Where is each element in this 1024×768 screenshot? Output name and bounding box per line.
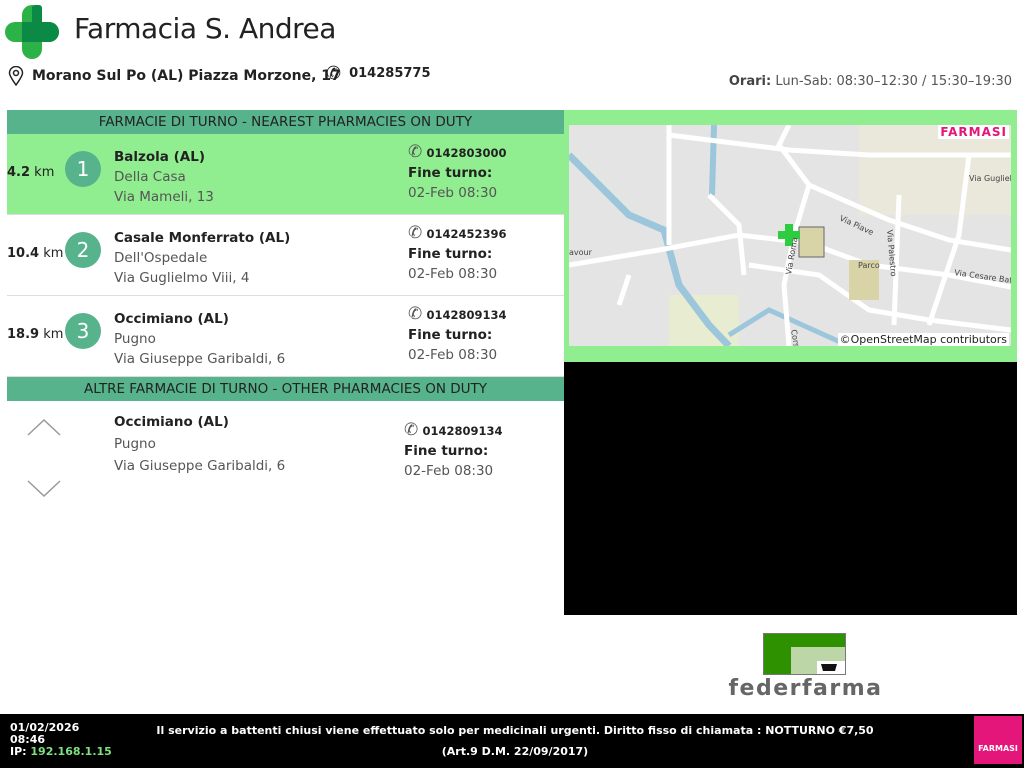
phone-icon: ✆: [404, 420, 419, 440]
rank-badge: 1: [65, 151, 101, 187]
end-shift-label: Fine turno:: [404, 443, 489, 459]
footer-bar: 01/02/2026 08:46 IP: 192.168.1.15 Il ser…: [0, 714, 1024, 768]
end-shift-time: 02-Feb 08:30: [404, 463, 494, 479]
other-pharmacy-item[interactable]: Occimiano (AL) Pugno Via Giuseppe Gariba…: [7, 400, 564, 500]
scroll-up-icon[interactable]: [27, 418, 61, 436]
distance: 10.4 km: [7, 246, 63, 261]
other-section-header: ALTRE FARMACIE DI TURNO - OTHER PHARMACI…: [7, 377, 564, 401]
video-panel: [564, 362, 1017, 615]
map-panel: Via Piave Via Palestro Via Guglielmo Via…: [564, 110, 1017, 362]
rank-badge: 3: [65, 313, 101, 349]
distance: 18.9 km: [7, 327, 63, 342]
distance-value: 4.2: [7, 165, 31, 180]
farmasi-map-logo: FARMASI: [938, 125, 1009, 139]
map[interactable]: Via Piave Via Palestro Via Guglielmo Via…: [569, 125, 1011, 346]
pharmacy-street: Via Mameli, 13: [114, 189, 214, 205]
distance: 4.2 km: [7, 165, 54, 180]
street-label: avour: [569, 248, 593, 257]
phone-icon: ✆: [326, 63, 342, 84]
end-shift-time: 02-Feb 08:30: [408, 266, 498, 282]
pharmacy-name: Della Casa: [114, 169, 186, 185]
federfarma-text: federfarma: [728, 676, 883, 701]
opening-hours: Orari: Lun-Sab: 08:30–12:30 / 15:30–19:3…: [729, 74, 1012, 89]
map-attribution[interactable]: ©OpenStreetMap contributors: [837, 333, 1009, 346]
street-label: Parco: [858, 261, 880, 270]
end-shift-label: Fine turno:: [408, 165, 493, 181]
federfarma-logo: federfarma: [703, 633, 908, 703]
pharmacy-title: Farmacia S. Andrea: [74, 12, 336, 45]
pharmacy-city: Balzola (AL): [114, 149, 205, 165]
distance-unit: km: [43, 246, 64, 261]
end-shift-label: Fine turno:: [408, 327, 493, 343]
pharmacy-street: Via Giuseppe Garibaldi, 6: [114, 458, 286, 474]
hours-label: Orari:: [728, 74, 772, 89]
nearest-pharmacy-item[interactable]: 10.4 km 2 Casale Monferrato (AL) Dell'Os…: [7, 215, 564, 296]
pharmacy-phone: 0142803000: [426, 146, 507, 160]
pharmacy-phone: 0142809134: [426, 308, 507, 322]
pharmacy-street: Via Giuseppe Garibaldi, 6: [114, 351, 286, 367]
phone-icon: ✆: [408, 304, 423, 324]
phone-icon: ✆: [408, 223, 423, 243]
hours-text: Lun-Sab: 08:30–12:30 / 15:30–19:30: [775, 74, 1012, 89]
pharmacy-cross-logo: [5, 5, 59, 59]
farmasi-badge: FARMASI: [974, 716, 1022, 764]
pharmacy-name: Pugno: [114, 331, 156, 347]
pharmacy-address: Morano Sul Po (AL) Piazza Morzone, 17: [8, 66, 341, 86]
end-shift-time: 02-Feb 08:30: [408, 347, 498, 363]
pharmacy-phone: ✆ 014285775: [326, 63, 431, 84]
phone-text: 014285775: [349, 66, 431, 81]
nearest-pharmacy-item[interactable]: 4.2 km 1 Balzola (AL) Della Casa Via Mam…: [7, 134, 564, 215]
address-text: Morano Sul Po (AL) Piazza Morzone, 17: [32, 68, 341, 84]
pharmacy-name: Dell'Ospedale: [114, 250, 208, 266]
distance-value: 10.4: [7, 246, 40, 261]
pharmacy-phone: 0142809134: [422, 424, 503, 438]
footer-notice: Il servizio a battenti chiusi viene effe…: [156, 724, 874, 758]
distance-value: 18.9: [7, 327, 40, 342]
pharmacy-city: Occimiano (AL): [114, 414, 229, 430]
street-label: Via Guglielmo: [969, 174, 1011, 183]
federfarma-emblem-icon: [763, 633, 846, 675]
end-shift-label: Fine turno:: [408, 246, 493, 262]
scroll-down-icon[interactable]: [27, 480, 61, 498]
pharmacy-city: Occimiano (AL): [114, 311, 229, 327]
map-roads: Via Piave Via Palestro Via Guglielmo Via…: [569, 125, 1011, 346]
distance-unit: km: [43, 327, 64, 342]
pharmacy-phone: 0142452396: [426, 227, 507, 241]
pharmacy-name: Pugno: [114, 436, 156, 452]
phone-icon: ✆: [408, 142, 423, 162]
ip-label: IP:: [10, 745, 27, 758]
ip-address: 192.168.1.15: [30, 745, 112, 758]
pharmacy-street: Via Guglielmo Viii, 4: [114, 270, 250, 286]
distance-unit: km: [34, 165, 55, 180]
nearest-section-header: FARMACIE DI TURNO - NEAREST PHARMACIES O…: [7, 110, 564, 134]
location-pin-icon: [8, 66, 24, 86]
end-shift-time: 02-Feb 08:30: [408, 185, 498, 201]
pharmacy-city: Casale Monferrato (AL): [114, 230, 291, 246]
rank-badge: 2: [65, 232, 101, 268]
nearest-pharmacy-item[interactable]: 18.9 km 3 Occimiano (AL) Pugno Via Giuse…: [7, 296, 564, 377]
street-label: Via Piave: [838, 214, 875, 238]
